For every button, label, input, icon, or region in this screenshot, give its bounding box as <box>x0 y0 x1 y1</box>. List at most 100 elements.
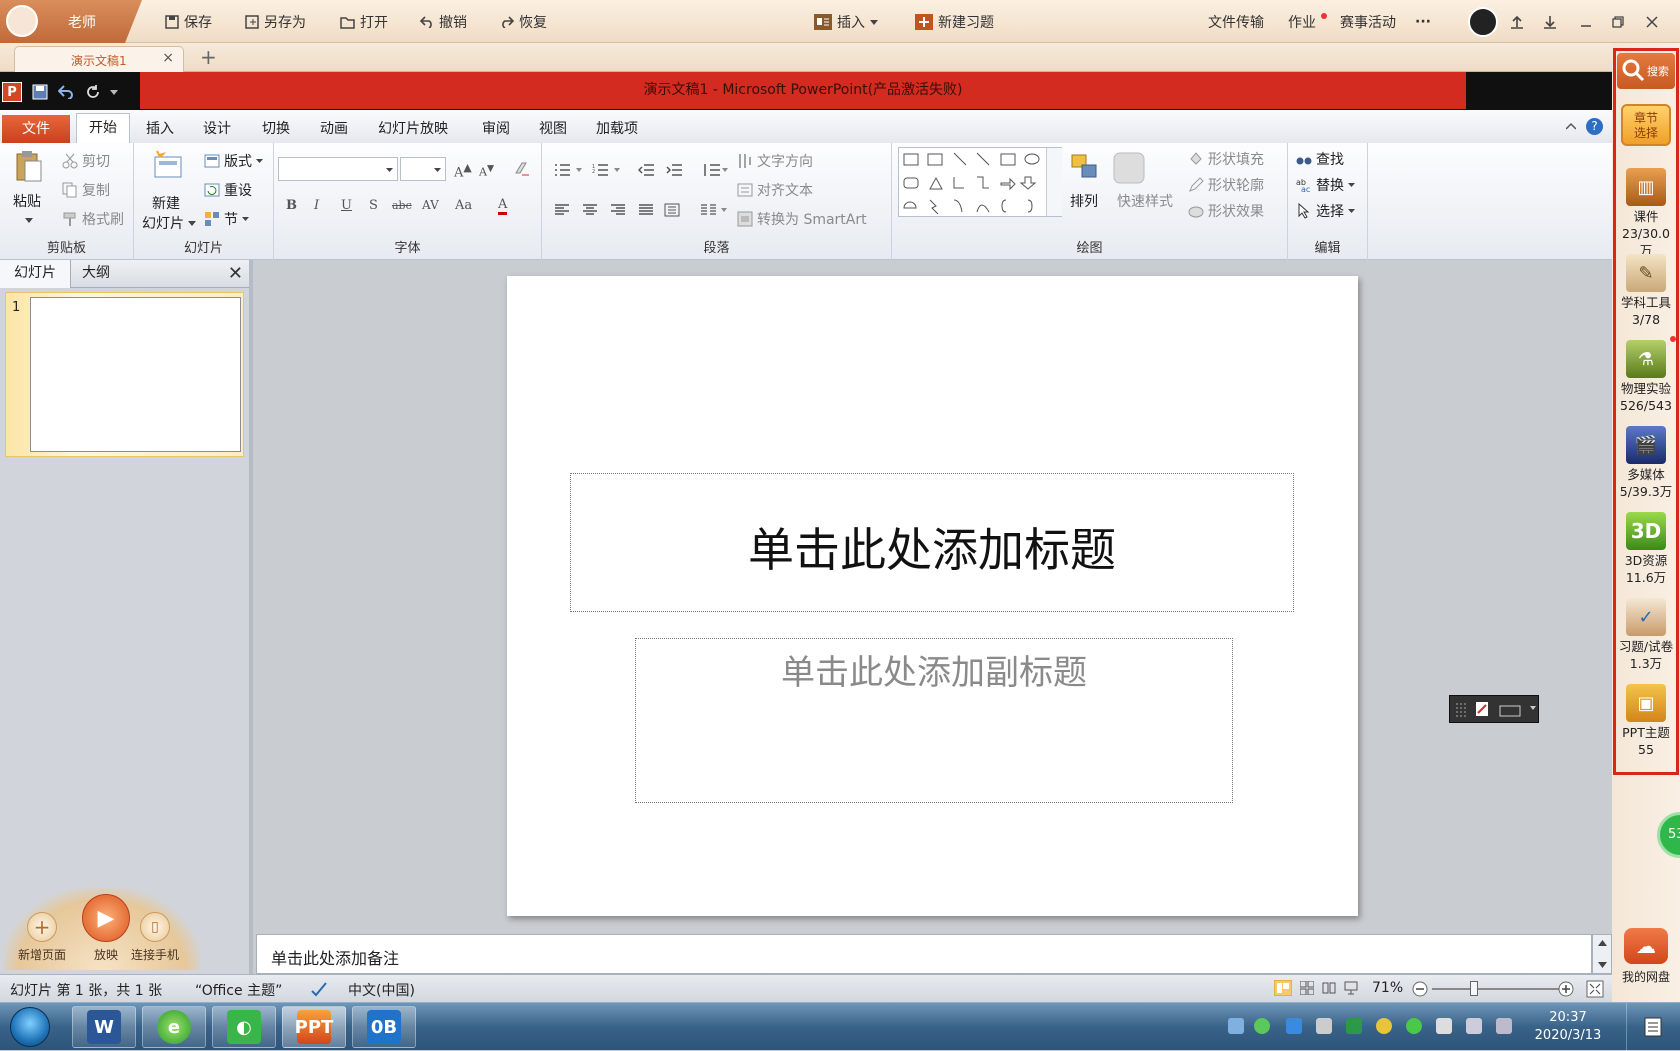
app-logo[interactable]: 老师 <box>0 0 142 43</box>
taskbar-browser[interactable]: e <box>142 1006 206 1048</box>
fit-to-window-icon[interactable] <box>1586 980 1604 998</box>
scroll-up-icon[interactable] <box>1598 940 1607 946</box>
sidebar-item-exercises[interactable]: ✓ 习题/试卷 1.3万 <box>1616 598 1676 672</box>
save-icon[interactable] <box>32 84 48 100</box>
tab-animations[interactable]: 动画 <box>320 118 348 138</box>
zoom-slider-thumb[interactable] <box>1470 981 1478 996</box>
bold-button[interactable]: B <box>286 198 297 213</box>
tray-update-icon[interactable] <box>1376 1018 1392 1034</box>
tab-view[interactable]: 视图 <box>539 118 567 138</box>
copy-button[interactable]: 复制 <box>62 180 110 200</box>
numbering-icon[interactable]: 12 <box>592 163 622 177</box>
my-cloud-disk-button[interactable]: ☁ 我的网盘 <box>1616 928 1676 985</box>
maximize-button[interactable] <box>1612 12 1624 32</box>
tab-slides[interactable]: 幻灯片 <box>0 260 71 288</box>
tray-wechat-icon[interactable] <box>1254 1018 1270 1034</box>
tab-addins[interactable]: 加载项 <box>596 118 638 138</box>
char-spacing-button[interactable]: AV <box>422 198 439 212</box>
system-clock[interactable]: 20:37 2020/3/13 <box>1532 1009 1604 1045</box>
minimize-button[interactable] <box>1580 12 1592 32</box>
arrange-button[interactable]: 排列 <box>1070 191 1098 211</box>
reading-view-icon[interactable] <box>1322 981 1336 995</box>
notes-pane[interactable]: 单击此处添加备注 <box>256 934 1592 974</box>
taskbar-ppt[interactable]: PPT <box>282 1006 346 1048</box>
slide-sorter-icon[interactable] <box>1300 981 1314 995</box>
italic-button[interactable]: I <box>314 198 319 213</box>
sidebar-item-ppt-themes[interactable]: ▣ PPT主题 55 <box>1616 684 1676 758</box>
sidebar-item-courseware[interactable]: ▥ 课件 23/30.0万 <box>1616 168 1676 259</box>
section-button[interactable]: 节 <box>204 209 249 229</box>
upload-button[interactable] <box>1510 12 1524 32</box>
title-placeholder[interactable]: 单击此处添加标题 <box>570 473 1294 612</box>
align-text-button[interactable]: 对齐文本 <box>737 180 813 200</box>
sidebar-item-subject-tools[interactable]: ✎ 学科工具 3/78 <box>1616 254 1676 328</box>
help-icon[interactable]: ? <box>1586 118 1603 135</box>
floating-toolbar[interactable] <box>1449 695 1539 723</box>
text-direction-button[interactable]: 文字方向 <box>737 151 813 171</box>
tray-signal-icon[interactable] <box>1496 1018 1512 1034</box>
distribute-icon[interactable] <box>664 203 680 217</box>
select-button[interactable]: 选择 <box>1296 201 1355 221</box>
slide-thumbnail[interactable] <box>30 297 241 452</box>
download-button[interactable] <box>1543 12 1557 32</box>
convert-smartart-button[interactable]: 转换为 SmartArt <box>737 209 867 229</box>
show-desktop-button[interactable] <box>1626 1003 1680 1051</box>
new-slide-label-1[interactable]: 新建 <box>152 193 180 213</box>
more-button[interactable]: ··· <box>1415 12 1431 32</box>
new-tab-button[interactable]: + <box>200 45 217 69</box>
notes-scrollbar[interactable] <box>1592 934 1612 974</box>
gallery-scroll[interactable] <box>1046 148 1062 216</box>
close-panel-icon[interactable]: ✕ <box>228 263 243 284</box>
tray-qq-icon[interactable] <box>1286 1018 1302 1034</box>
tab-design[interactable]: 设计 <box>203 118 231 138</box>
subtitle-placeholder[interactable]: 单击此处添加副标题 <box>635 638 1233 803</box>
zoom-level[interactable]: 71% <box>1372 980 1403 996</box>
decrease-indent-icon[interactable] <box>638 163 654 177</box>
new-exercise-button[interactable]: 新建习题 <box>915 12 994 32</box>
font-size-combo[interactable] <box>400 157 446 181</box>
normal-view-icon[interactable] <box>1274 980 1292 996</box>
sidebar-item-physics-lab[interactable]: ⚗ 物理实验 526/543 <box>1616 340 1676 414</box>
scroll-down-icon[interactable] <box>1598 962 1607 968</box>
slideshow-view-icon[interactable] <box>1344 981 1358 995</box>
clear-format-icon[interactable] <box>514 161 530 177</box>
tray-battery-icon[interactable] <box>1436 1018 1452 1034</box>
taskbar-app5[interactable]: 0B <box>352 1006 416 1048</box>
paste-button[interactable]: 粘贴 <box>13 191 41 211</box>
open-button[interactable]: 打开 <box>340 12 388 32</box>
contest-button[interactable]: 赛事活动 <box>1340 12 1396 32</box>
sidebar-item-multimedia[interactable]: 🎬 多媒体 5/39.3万 <box>1616 426 1676 500</box>
align-left-icon[interactable] <box>554 203 570 217</box>
windows-start-icon[interactable] <box>10 1007 50 1047</box>
powerpoint-icon[interactable]: P <box>2 82 22 102</box>
taskbar-word[interactable]: W <box>72 1006 136 1048</box>
shape-effects-button[interactable]: 形状效果 <box>1188 201 1264 221</box>
tray-360-icon[interactable] <box>1406 1018 1422 1034</box>
connect-phone-button[interactable]: ▯ 连接手机 <box>131 912 179 963</box>
tab-outline[interactable]: 大纲 <box>68 260 124 288</box>
collapse-ribbon-icon[interactable] <box>1566 122 1576 130</box>
quick-styles-button[interactable]: 快速样式 <box>1117 191 1173 211</box>
repeat-icon[interactable] <box>86 85 100 99</box>
align-right-icon[interactable] <box>610 203 626 217</box>
align-center-icon[interactable] <box>582 203 598 217</box>
file-transfer-button[interactable]: 文件传输 <box>1208 12 1264 32</box>
play-button[interactable]: ▶ 放映 <box>82 894 130 963</box>
change-case-button[interactable]: Aa <box>455 198 472 213</box>
chevron-down-icon[interactable] <box>25 218 33 223</box>
tab-review[interactable]: 审阅 <box>482 118 510 138</box>
taskbar-wechat[interactable]: ◐ <box>212 1006 276 1048</box>
document-tab[interactable]: 演示文稿1 × <box>14 46 184 72</box>
tab-transitions[interactable]: 切换 <box>262 118 290 138</box>
save-button[interactable]: 保存 <box>165 12 212 32</box>
insert-menu-button[interactable]: 插入 <box>814 12 878 32</box>
tray-security-icon[interactable] <box>1346 1018 1362 1034</box>
cut-button[interactable]: 剪切 <box>62 151 110 171</box>
increase-indent-icon[interactable] <box>666 163 682 177</box>
strikethrough-button[interactable]: abc <box>392 199 412 212</box>
shape-fill-button[interactable]: 形状填充 <box>1188 149 1264 169</box>
reset-button[interactable]: 重设 <box>204 180 252 200</box>
homework-button[interactable]: 作业 <box>1288 12 1327 32</box>
avatar[interactable] <box>6 5 38 37</box>
columns-icon[interactable] <box>700 203 728 217</box>
